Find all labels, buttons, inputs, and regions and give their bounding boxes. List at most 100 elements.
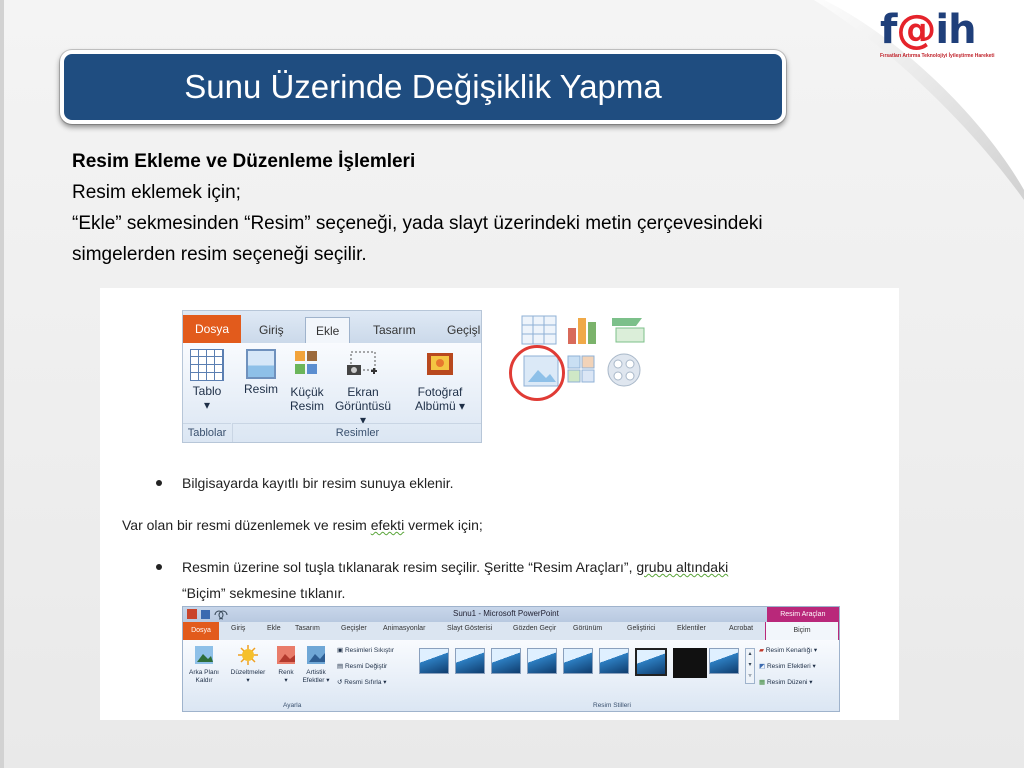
remove-background-icon bbox=[195, 646, 213, 664]
tab-file[interactable]: Dosya bbox=[183, 622, 219, 640]
insert-ribbon: Dosya Giriş Ekle Tasarım Geçişl Tablo ▾ … bbox=[182, 310, 482, 443]
tab-slideshow[interactable]: Slayt Gösterisi bbox=[447, 625, 492, 632]
remove-bg-label-1: Arka Planı bbox=[189, 669, 219, 676]
tab-developer[interactable]: Geliştirici bbox=[627, 625, 655, 632]
artistic-label-2: Efektler ▾ bbox=[302, 677, 330, 684]
clipart-button[interactable]: Küçük Resim bbox=[287, 349, 327, 413]
picture-style-3[interactable] bbox=[491, 648, 521, 674]
table-button[interactable]: Tablo ▾ bbox=[187, 349, 227, 412]
picture-icon bbox=[246, 349, 276, 379]
clipart-label-1: Küçük bbox=[290, 385, 324, 399]
insert-smartart-icon bbox=[612, 318, 645, 343]
color-label: Renk bbox=[278, 669, 294, 676]
picture-style-6[interactable] bbox=[599, 648, 629, 674]
slide-title-box: Sunu Üzerinde Değişiklik Yapma bbox=[60, 50, 786, 124]
tab-insert[interactable]: Ekle bbox=[305, 317, 351, 344]
slide-left-edge bbox=[0, 0, 4, 768]
bullet-2-line-2: “Biçim” sekmesine tıklanır. bbox=[182, 585, 346, 601]
color-button[interactable]: Renk ▾ bbox=[273, 644, 299, 685]
corrections-arrow: ▾ bbox=[246, 677, 250, 684]
picture-style-7[interactable] bbox=[635, 648, 667, 676]
group-images: Resimler bbox=[232, 423, 481, 442]
remove-background-button[interactable]: Arka Planı Kaldır bbox=[185, 644, 223, 685]
table-arrow: ▾ bbox=[203, 398, 211, 412]
corrections-label: Düzeltmeler bbox=[230, 669, 266, 676]
slide-body-text: Resim Ekleme ve Düzenleme İşlemleri Resi… bbox=[72, 146, 792, 270]
album-label-1: Fotoğraf bbox=[417, 385, 463, 399]
group-tables: Tablolar bbox=[183, 423, 231, 442]
tab-insert[interactable]: Ekle bbox=[267, 625, 281, 632]
para-squiggle-word: efekti bbox=[370, 517, 405, 533]
window-title-bar: Sunu1 - Microsoft PowerPoint Resim Araçl… bbox=[183, 607, 839, 622]
tab-design[interactable]: Tasarım bbox=[295, 625, 320, 632]
sun-icon bbox=[238, 645, 258, 665]
effects-label: Resim Efektleri ▾ bbox=[766, 663, 816, 670]
artistic-effects-icon bbox=[307, 646, 325, 664]
picture-button[interactable]: Resim bbox=[241, 349, 281, 396]
bullet-1-dot bbox=[156, 480, 162, 486]
tab-file[interactable]: Dosya bbox=[183, 315, 242, 343]
picture-effects-button[interactable]: ◩ Resim Efektleri ▾ bbox=[759, 662, 816, 670]
styles-scrollbar[interactable]: ▴ ▾ ▿ bbox=[745, 648, 755, 684]
window-title: Sunu1 - Microsoft PowerPoint bbox=[453, 609, 559, 618]
para-suffix: vermek için; bbox=[404, 517, 483, 533]
picture-style-1[interactable] bbox=[419, 648, 449, 674]
screenshot-icon bbox=[347, 351, 377, 375]
bullet-2-text-b: grubu altındaki bbox=[636, 559, 729, 575]
change-label: Resmi Değiştir bbox=[344, 663, 388, 670]
slide-title: Sunu Üzerinde Değişiklik Yapma bbox=[184, 68, 662, 105]
highlight-circle bbox=[509, 345, 565, 401]
tab-format[interactable]: Biçim bbox=[765, 622, 839, 640]
reset-picture-button[interactable]: ↺ Resmi Sıfırla ▾ bbox=[337, 678, 387, 686]
tab-transitions[interactable]: Geçişler bbox=[341, 625, 367, 632]
photo-album-button[interactable]: Fotoğraf Albümü ▾ bbox=[409, 349, 471, 413]
corrections-button[interactable]: Düzeltmeler ▾ bbox=[225, 644, 271, 685]
logo-f: f bbox=[880, 7, 897, 53]
ribbon2-tab-bar: Dosya Giriş Ekle Tasarım Geçişler Animas… bbox=[183, 622, 839, 641]
picture-style-8[interactable] bbox=[673, 648, 707, 678]
tab-design[interactable]: Tasarım bbox=[363, 317, 426, 343]
tab-review[interactable]: Gözden Geçir bbox=[513, 625, 556, 632]
table-label: Tablo bbox=[192, 384, 222, 398]
tab-view[interactable]: Görünüm bbox=[573, 625, 602, 632]
doc-paragraph: Var olan bir resmi düzenlemek ve resim e… bbox=[122, 512, 483, 538]
group-adjust: Ayarla bbox=[283, 702, 302, 709]
change-picture-button[interactable]: ▤ Resmi Değiştir bbox=[337, 662, 387, 670]
quick-access-icons bbox=[187, 609, 228, 620]
album-label-2: Albümü ▾ bbox=[414, 399, 466, 413]
bullet-2-dot bbox=[156, 564, 162, 570]
picture-layout-button[interactable]: ▦ Resim Düzeni ▾ bbox=[759, 678, 813, 686]
bullet-1-text: Bilgisayarda kayıtlı bir resim sunuya ek… bbox=[182, 475, 454, 491]
remove-bg-label-2: Kaldır bbox=[195, 677, 213, 684]
bullet-2-line-1: Resmin üzerine sol tuşla tıklanarak resi… bbox=[182, 554, 882, 580]
section-heading: Resim Ekleme ve Düzenleme İşlemleri bbox=[72, 151, 416, 172]
table-icon bbox=[190, 349, 224, 381]
tab-home[interactable]: Giriş bbox=[231, 625, 245, 632]
tab-home[interactable]: Giriş bbox=[249, 317, 294, 343]
compress-label: Resimleri Sıkıştır bbox=[344, 647, 395, 654]
insert-table-icon bbox=[521, 315, 557, 345]
artistic-label-1: Artistik bbox=[306, 669, 326, 676]
tab-transitions[interactable]: Geçişl bbox=[437, 317, 481, 343]
bullet-2-text-a: Resmin üzerine sol tuşla tıklanarak resi… bbox=[182, 559, 637, 575]
picture-label: Resim bbox=[243, 382, 278, 396]
picture-border-button[interactable]: ▰ Resim Kenarlığı ▾ bbox=[759, 646, 817, 654]
body-line-1: Resim eklemek için; bbox=[72, 182, 241, 203]
artistic-effects-button[interactable]: Artistik Efektler ▾ bbox=[299, 644, 333, 685]
tab-addins[interactable]: Eklentiler bbox=[677, 625, 706, 632]
picture-style-9[interactable] bbox=[709, 648, 739, 674]
tab-animations[interactable]: Animasyonlar bbox=[383, 625, 425, 632]
picture-style-5[interactable] bbox=[563, 648, 593, 674]
tab-acrobat[interactable]: Acrobat bbox=[729, 625, 753, 632]
picture-style-2[interactable] bbox=[455, 648, 485, 674]
picture-style-4[interactable] bbox=[527, 648, 557, 674]
picture-tools-ribbon: Sunu1 - Microsoft PowerPoint Resim Araçl… bbox=[182, 606, 840, 712]
para-prefix: Var olan bir resmi düzenlemek ve resim bbox=[122, 517, 371, 533]
color-icon bbox=[277, 646, 295, 664]
logo-at: @ bbox=[896, 7, 936, 53]
logo-wordmark: f@ih bbox=[880, 8, 1016, 52]
instruction-image: Dosya Giriş Ekle Tasarım Geçişl Tablo ▾ … bbox=[100, 288, 899, 720]
screenshot-button[interactable]: Ekran Görüntüsü ▾ bbox=[331, 349, 395, 427]
insert-media-icon bbox=[607, 353, 641, 387]
compress-pictures-button[interactable]: ▣ Resimleri Sıkıştır bbox=[337, 646, 394, 654]
